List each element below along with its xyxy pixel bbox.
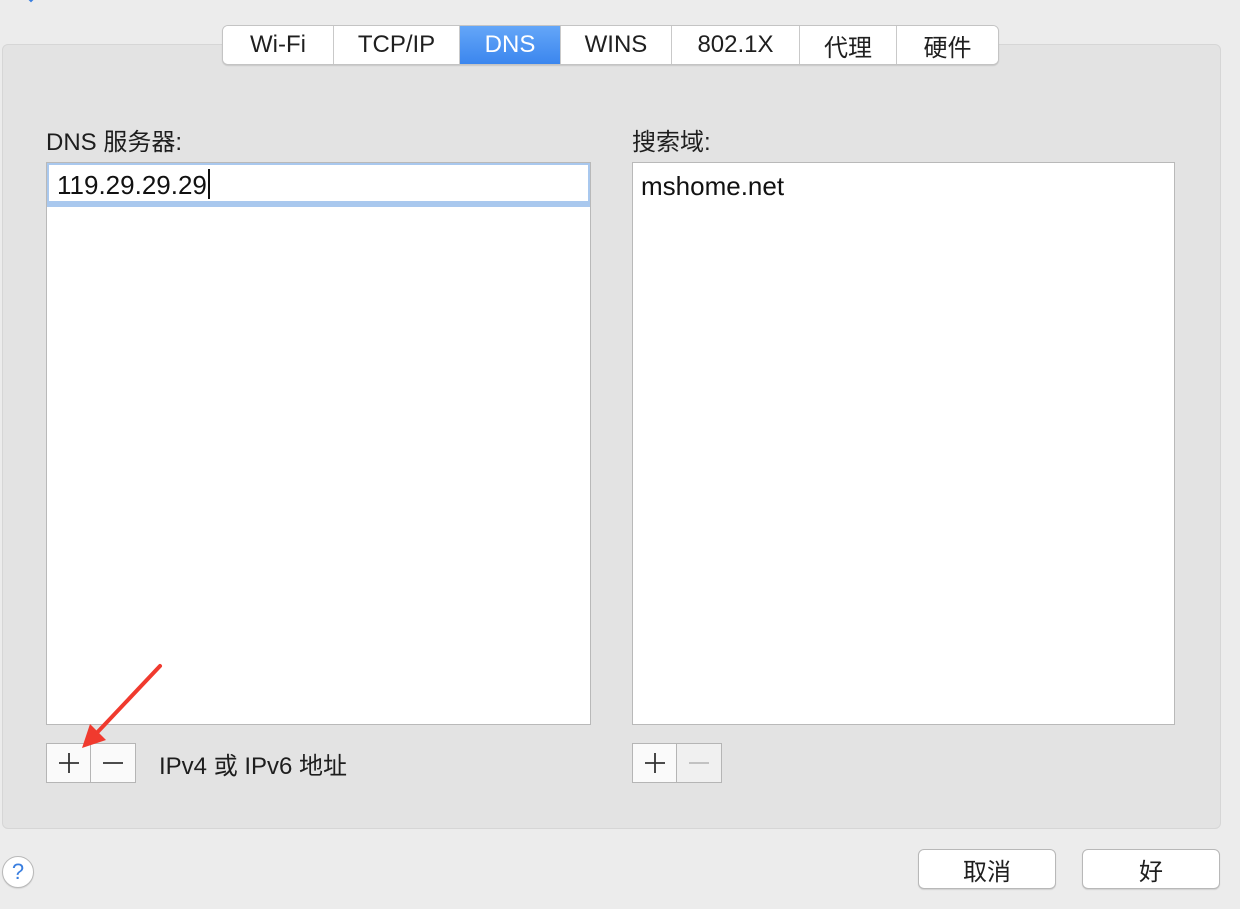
tab-wins[interactable]: WINS bbox=[561, 26, 672, 64]
remove-dns-server-button[interactable] bbox=[91, 744, 135, 782]
plus-icon bbox=[644, 753, 665, 773]
plus-icon bbox=[58, 753, 79, 773]
help-button[interactable]: ? bbox=[2, 856, 34, 888]
tab-dns[interactable]: DNS bbox=[460, 26, 561, 64]
dns-servers-button-group bbox=[46, 743, 136, 783]
tab-8021x[interactable]: 802.1X bbox=[672, 26, 800, 64]
tab-bar: Wi-Fi TCP/IP DNS WINS 802.1X 代理 硬件 bbox=[222, 25, 999, 65]
network-advanced-dialog: Wi-Fi TCP/IP DNS WINS 802.1X 代理 硬件 DNS 服… bbox=[0, 0, 1240, 909]
dns-server-entry-field[interactable]: 119.29.29.29 bbox=[47, 163, 590, 207]
search-domains-list[interactable]: mshome.net bbox=[632, 162, 1175, 725]
dns-server-entry-text: 119.29.29.29 bbox=[57, 170, 207, 200]
search-domains-button-group bbox=[632, 743, 722, 783]
dns-servers-label: DNS 服务器: bbox=[46, 129, 183, 156]
dns-servers-list[interactable]: 119.29.29.29 bbox=[46, 162, 591, 725]
tab-proxies[interactable]: 代理 bbox=[800, 26, 897, 64]
search-domain-entry[interactable]: mshome.net bbox=[641, 171, 784, 202]
help-icon: ? bbox=[11, 859, 25, 884]
minus-icon bbox=[689, 762, 709, 764]
tab-wifi[interactable]: Wi-Fi bbox=[223, 26, 334, 64]
tab-tcpip[interactable]: TCP/IP bbox=[334, 26, 460, 64]
ok-button[interactable]: 好 bbox=[1082, 849, 1220, 889]
text-cursor bbox=[207, 169, 210, 199]
chevron-down-icon bbox=[28, 0, 34, 3]
remove-search-domain-button[interactable] bbox=[677, 744, 721, 782]
cancel-button[interactable]: 取消 bbox=[918, 849, 1056, 889]
add-search-domain-button[interactable] bbox=[633, 744, 677, 782]
minus-icon bbox=[103, 762, 123, 764]
search-domains-label: 搜索域: bbox=[632, 129, 711, 156]
dns-address-hint: IPv4 或 IPv6 地址 bbox=[159, 753, 348, 780]
tab-hardware[interactable]: 硬件 bbox=[897, 26, 998, 64]
add-dns-server-button[interactable] bbox=[47, 744, 91, 782]
